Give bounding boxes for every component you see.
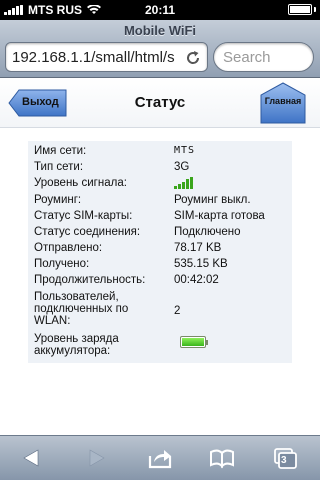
back-arrow-icon (23, 449, 39, 467)
home-label: Главная (264, 96, 302, 106)
search-input[interactable] (223, 49, 309, 66)
page-header: Выход Статус Главная (0, 78, 320, 128)
signal-strength-icon (174, 177, 193, 189)
share-icon (148, 450, 172, 469)
row-label: Имя сети: (34, 145, 87, 157)
row-value: Роуминг выкл. (174, 194, 251, 206)
url-text: 192.168.1.1/small/html/s (12, 49, 175, 66)
row-label: Продолжительность: (34, 274, 146, 286)
clock: 20:11 (144, 3, 176, 17)
bookmarks-button[interactable] (208, 447, 236, 469)
row-label: Уровень заряда аккумулятора: (34, 333, 119, 357)
browser-chrome: Mobile WiFi 192.168.1.1/small/html/s (0, 20, 320, 78)
battery-level-icon (180, 335, 208, 348)
status-bar: MTS RUS 20:11 (0, 0, 320, 20)
share-button[interactable] (146, 447, 174, 469)
signal-bar (174, 186, 177, 189)
book-icon (210, 449, 234, 469)
row-label: Получено: (34, 258, 90, 270)
page-content: Имя сети: MTS Тип сети: 3G Уровень сигна… (0, 129, 320, 435)
browser-toolbar: 3 (0, 435, 320, 480)
row-value: 3G (174, 161, 190, 173)
row-value: 535.15 KB (174, 258, 228, 270)
row-label: Пользователей, подключенных по WLAN: (34, 291, 129, 327)
row-value: 2 (174, 305, 181, 317)
logout-label: Выход (22, 96, 59, 108)
row-label: Уровень сигнала: (34, 177, 127, 189)
row-label: Тип сети: (34, 161, 84, 173)
browser-page-title: Mobile WiFi (123, 23, 197, 38)
row-label: Отправлено: (34, 242, 103, 254)
home-button[interactable]: Главная (260, 82, 306, 124)
row-value: SIM-карта готова (174, 210, 265, 222)
row-value: 78.17 KB (174, 242, 222, 254)
signal-bar (178, 183, 181, 189)
row-value: 00:42:02 (174, 274, 219, 286)
url-field[interactable]: 192.168.1.1/small/html/s (5, 42, 208, 72)
search-field[interactable] (213, 42, 314, 72)
status-panel: Имя сети: MTS Тип сети: 3G Уровень сигна… (28, 141, 292, 363)
signal-bar (182, 181, 185, 189)
battery-icon (288, 4, 316, 15)
tab-count: 3 (281, 455, 287, 466)
forward-arrow-icon (89, 449, 105, 467)
signal-bar (190, 177, 193, 189)
logout-button[interactable]: Выход (8, 89, 68, 117)
row-label: Роуминг: (34, 194, 82, 206)
signal-bar (186, 179, 189, 189)
forward-nav-button[interactable] (82, 447, 110, 469)
row-label: Статус SIM-карты: (34, 210, 133, 222)
row-label: Статус соединения: (34, 226, 141, 238)
row-value: MTS (174, 145, 196, 156)
back-nav-button[interactable] (18, 447, 46, 469)
reload-icon[interactable] (183, 48, 203, 68)
tabs-button[interactable]: 3 (272, 447, 300, 469)
row-value: Подключено (174, 226, 241, 238)
